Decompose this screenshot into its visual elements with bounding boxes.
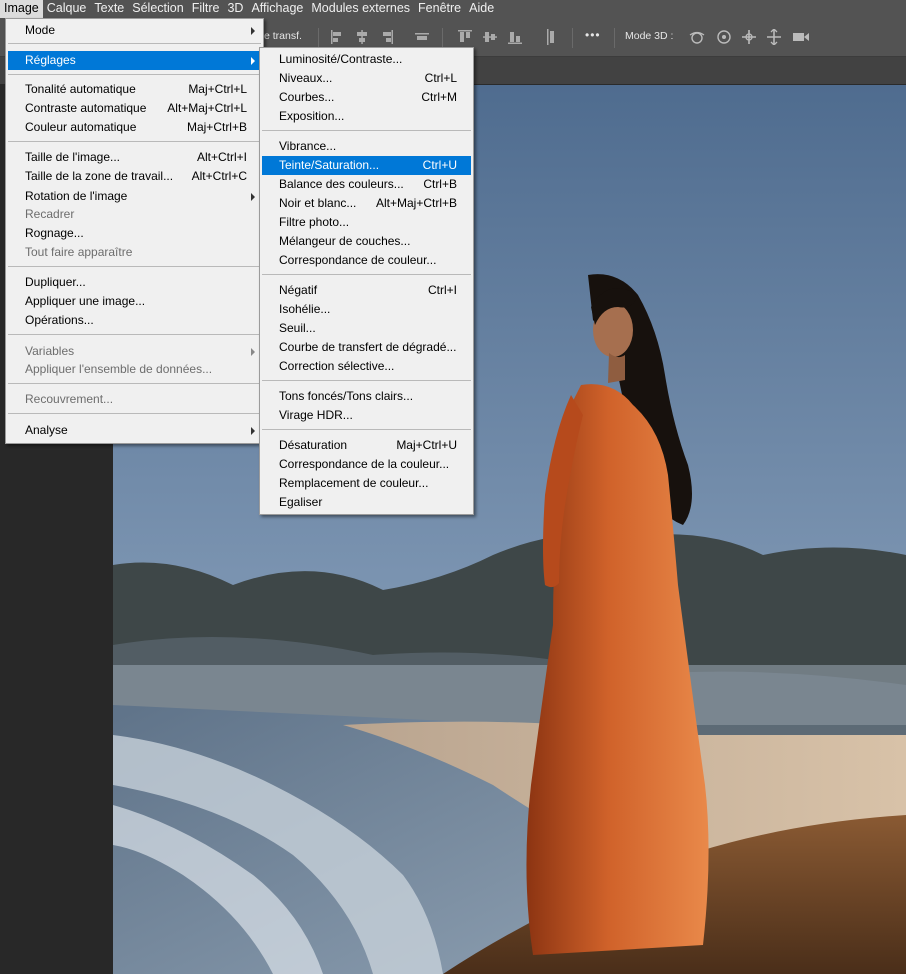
image-menu-item-recadrer: Recadrer	[25, 207, 75, 221]
reglages-item-negatif[interactable]: Négatif Ctrl+I	[262, 281, 471, 300]
reglages-item-seuil[interactable]: Seuil...	[262, 319, 471, 338]
image-menu-item-dupliquer[interactable]: Dupliquer...	[8, 273, 261, 292]
menu-fenetre[interactable]: Fenêtre	[414, 0, 465, 18]
submenu-arrow-icon	[251, 27, 255, 35]
menu-calque[interactable]: Calque	[43, 0, 91, 18]
separator	[262, 380, 471, 381]
reglages-item-exposition[interactable]: Exposition...	[262, 107, 471, 126]
align-bottom-icon[interactable]	[508, 29, 522, 45]
align-right-icon[interactable]	[380, 29, 394, 45]
reglages-item-courbes[interactable]: Courbes... Ctrl+M	[262, 88, 471, 107]
separator	[8, 141, 261, 142]
image-menu-item-analyse[interactable]: Analyse	[8, 421, 261, 440]
menu-selection[interactable]: Sélection	[128, 0, 187, 18]
image-menu-item-couleur-auto[interactable]: Couleur automatique Maj+Ctrl+B	[8, 118, 261, 137]
slide-3d-icon[interactable]	[765, 29, 783, 45]
orbit-3d-icon[interactable]	[688, 29, 706, 45]
distribute-horizontal-icon[interactable]	[415, 29, 429, 45]
reglages-item-noir-et-blanc[interactable]: Noir et blanc... Alt+Maj+Ctrl+B	[262, 194, 471, 213]
menu-affichage[interactable]: Affichage	[247, 0, 307, 18]
separator	[442, 28, 443, 48]
transform-controls-label[interactable]: e transf.	[264, 30, 302, 42]
reglages-item-isohelie[interactable]: Isohélie...	[262, 300, 471, 319]
reglages-item-tons-fonces-clairs[interactable]: Tons foncés/Tons clairs...	[262, 387, 471, 406]
image-menu: Mode Réglages Tonalité automatique Maj+Ct…	[5, 18, 264, 444]
separator	[572, 28, 573, 48]
separator	[614, 28, 615, 48]
menu-modules-externes[interactable]: Modules externes	[307, 0, 414, 18]
image-menu-item-taille-image[interactable]: Taille de l'image... Alt+Ctrl+I	[8, 148, 261, 167]
more-options-button[interactable]: •••	[585, 28, 601, 42]
submenu-arrow-icon	[251, 57, 255, 65]
image-menu-item-taille-zone[interactable]: Taille de la zone de travail... Alt+Ctrl+…	[8, 167, 261, 186]
submenu-arrow-icon	[251, 348, 255, 356]
separator	[262, 429, 471, 430]
menu-texte[interactable]: Texte	[90, 0, 128, 18]
separator	[8, 266, 261, 267]
image-menu-item-recouvrement: Recouvrement...	[25, 392, 114, 406]
image-menu-item-tonalite-auto[interactable]: Tonalité automatique Maj+Ctrl+L	[8, 80, 261, 99]
pan-3d-icon[interactable]	[740, 29, 758, 45]
image-menu-item-tout-faire-apparaitre: Tout faire apparaître	[25, 245, 133, 259]
image-menu-item-operations[interactable]: Opérations...	[8, 311, 261, 330]
image-menu-item-appliquer-image[interactable]: Appliquer une image...	[8, 292, 261, 311]
reglages-item-courbe-transfert[interactable]: Courbe de transfert de dégradé...	[262, 338, 471, 357]
separator	[262, 130, 471, 131]
separator	[8, 334, 261, 335]
reglages-item-correspondance-la-couleur[interactable]: Correspondance de la couleur...	[262, 455, 471, 474]
menu-aide[interactable]: Aide	[465, 0, 498, 18]
separator	[8, 74, 261, 75]
image-menu-item-rognage[interactable]: Rognage...	[8, 224, 261, 243]
separator	[8, 43, 261, 44]
reglages-item-luminosite-contraste[interactable]: Luminosité/Contraste...	[262, 50, 471, 69]
align-vertical-center-icon[interactable]	[483, 29, 497, 45]
reglages-item-niveaux[interactable]: Niveaux... Ctrl+L	[262, 69, 471, 88]
separator	[8, 413, 261, 414]
align-top-icon[interactable]	[458, 29, 472, 45]
align-horizontal-center-icon[interactable]	[355, 29, 369, 45]
reglages-item-filtre-photo[interactable]: Filtre photo...	[262, 213, 471, 232]
menu-image[interactable]: Image	[0, 0, 43, 18]
submenu-arrow-icon	[251, 427, 255, 435]
image-menu-item-appliquer-ensemble: Appliquer l'ensemble de données...	[25, 362, 213, 376]
menu-bar: Image Calque Texte Sélection Filtre 3D A…	[0, 0, 906, 18]
scale-3d-icon[interactable]	[792, 29, 810, 45]
image-menu-item-reglages[interactable]: Réglages	[8, 51, 261, 70]
menu-filtre[interactable]: Filtre	[188, 0, 224, 18]
reglages-item-correspondance-couleur[interactable]: Correspondance de couleur...	[262, 251, 471, 270]
submenu-arrow-icon	[251, 193, 255, 201]
separator	[8, 383, 261, 384]
image-menu-item-rotation[interactable]: Rotation de l'image	[8, 187, 261, 206]
align-left-icon[interactable]	[330, 29, 344, 45]
reglages-item-melangeur-couches[interactable]: Mélangeur de couches...	[262, 232, 471, 251]
image-menu-item-contraste-auto[interactable]: Contraste automatique Alt+Maj+Ctrl+L	[8, 99, 261, 118]
reglages-item-balance-couleurs[interactable]: Balance des couleurs... Ctrl+B	[262, 175, 471, 194]
reglages-item-vibrance[interactable]: Vibrance...	[262, 137, 471, 156]
image-menu-item-mode[interactable]: Mode	[8, 21, 261, 40]
image-menu-item-variables: Variables	[8, 342, 261, 361]
reglages-item-virage-hdr[interactable]: Virage HDR...	[262, 406, 471, 425]
reglages-item-teinte-saturation[interactable]: Teinte/Saturation... Ctrl+U	[262, 156, 471, 175]
separator	[318, 28, 319, 48]
reglages-item-correction-selective[interactable]: Correction sélective...	[262, 357, 471, 376]
reglages-submenu: Luminosité/Contraste... Niveaux... Ctrl+L…	[259, 47, 474, 515]
separator	[262, 274, 471, 275]
menu-3d[interactable]: 3D	[223, 0, 247, 18]
distribute-vertical-icon[interactable]	[543, 29, 557, 45]
reglages-item-remplacement-couleur[interactable]: Remplacement de couleur...	[262, 474, 471, 493]
roll-3d-icon[interactable]	[715, 29, 733, 45]
reglages-item-egaliser[interactable]: Egaliser	[262, 493, 471, 512]
mode-3d-label: Mode 3D :	[625, 30, 674, 42]
reglages-item-desaturation[interactable]: Désaturation Maj+Ctrl+U	[262, 436, 471, 455]
